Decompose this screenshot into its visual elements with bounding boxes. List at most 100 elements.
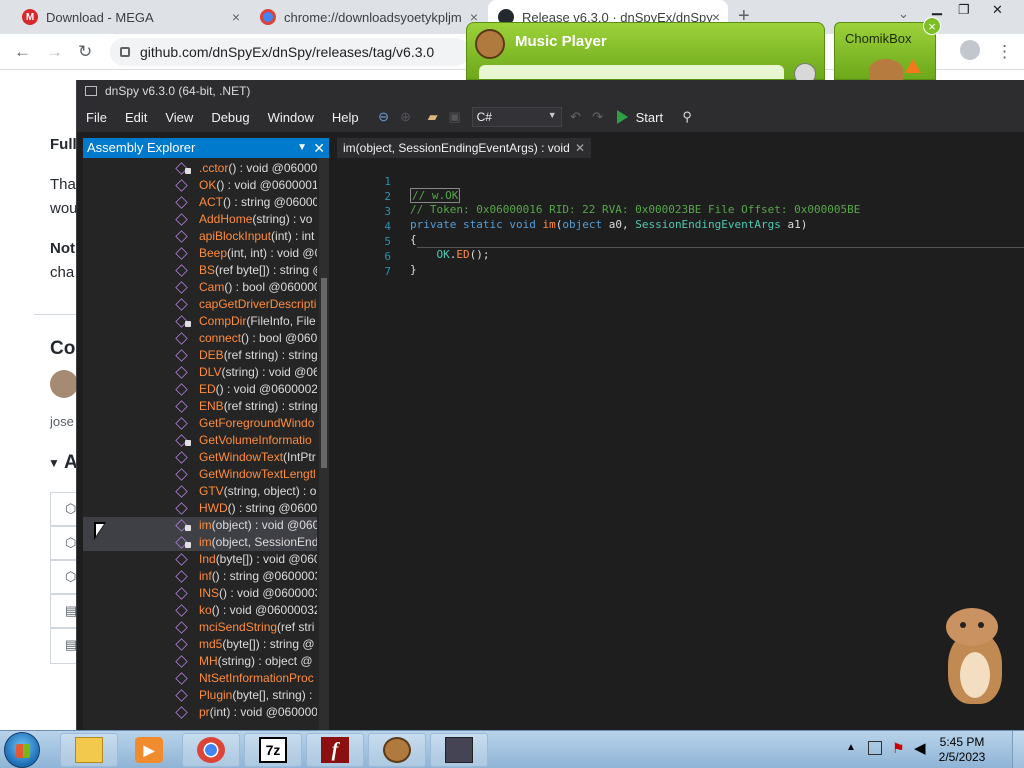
assembly-tree-row[interactable]: pr(int) : void @060000 <box>83 704 317 721</box>
assembly-tree-row[interactable]: Cam() : bool @060000 <box>83 279 317 296</box>
open-folder-icon[interactable]: ▰ <box>425 109 441 125</box>
assembly-tree-row[interactable]: Plugin(byte[], string) : <box>83 687 317 704</box>
menu-kebab-icon[interactable]: ⋮ <box>996 42 1013 62</box>
tab-chrome-downloads[interactable]: chrome://downloadsyoetykpljm × <box>250 0 486 34</box>
taskbar-7zip[interactable]: 7z <box>244 733 302 767</box>
assembly-tree-row[interactable]: BS(ref byte[]) : string @ <box>83 262 317 279</box>
language-select[interactable]: C# ▼ <box>471 107 562 127</box>
forward-icon[interactable]: → <box>46 42 63 62</box>
assembly-tree-row[interactable]: md5(byte[]) : string @ <box>83 636 317 653</box>
dnspy-title-bar[interactable]: dnSpy v6.3.0 (64-bit, .NET) <box>77 80 1024 102</box>
assembly-tree-row[interactable]: ko() : void @06000032 <box>83 602 317 619</box>
assembly-tree-row[interactable]: CompDir(FileInfo, File <box>83 313 317 330</box>
tab-search-icon[interactable]: ⌄ <box>898 6 909 22</box>
assembly-tree-row[interactable]: connect() : bool @060 <box>83 330 317 347</box>
back-icon[interactable]: ← <box>14 42 31 62</box>
assembly-tree-row[interactable]: im(object, SessionEnd <box>83 534 317 551</box>
method-name[interactable]: im <box>542 218 555 231</box>
tray-volume-icon[interactable]: ◀ <box>914 739 926 757</box>
menu-file[interactable]: File <box>77 110 116 125</box>
assembly-tree-row[interactable]: capGetDriverDescripti <box>83 296 317 313</box>
code-editor[interactable]: 1 // w.OK 2 // Token: 0x06000016 RID: 22… <box>357 158 1024 730</box>
assembly-tree-row[interactable]: GetVolumeInformatio <box>83 432 317 449</box>
redo-icon[interactable]: ↷ <box>590 109 606 125</box>
gh-jose-text[interactable]: jose <box>50 414 74 429</box>
member-name: MH <box>199 654 218 668</box>
search-icon[interactable]: ⚲ <box>679 109 695 125</box>
caret-down-icon[interactable]: ▼ <box>48 456 60 470</box>
music-player-widget[interactable]: Music Player <box>466 22 825 85</box>
assembly-tree-row[interactable]: GetWindowTextLengtl <box>83 466 317 483</box>
tray-arrow-icon[interactable]: ▲ <box>846 742 856 753</box>
taskbar-chrome[interactable] <box>182 733 240 767</box>
undo-icon[interactable]: ↶ <box>568 109 584 125</box>
reload-icon[interactable]: ↻ <box>78 42 92 62</box>
member-signature: () : string @060000 <box>223 195 317 209</box>
chomikbox-icon <box>383 737 411 763</box>
type-ok[interactable]: OK <box>410 248 449 261</box>
editor-tab[interactable]: im(object, SessionEndingEventArgs) : voi… <box>337 138 591 158</box>
assembly-tree-row[interactable]: NtSetInformationProc <box>83 670 317 687</box>
contributor-avatar[interactable] <box>50 370 78 398</box>
assembly-tree-row[interactable]: DEB(ref string) : string <box>83 347 317 364</box>
assembly-tree-row[interactable]: ED() : void @06000023 <box>83 381 317 398</box>
minimize-icon[interactable]: ▁ <box>932 0 942 16</box>
scrollbar-thumb[interactable] <box>321 278 327 468</box>
tray-flag-icon[interactable]: ⚑ <box>892 740 905 757</box>
tab-mega[interactable]: M Download - MEGA × <box>12 0 248 34</box>
menu-edit[interactable]: Edit <box>116 110 156 125</box>
member-signature: () : bool @060 <box>241 331 317 345</box>
method-ed[interactable]: ED <box>456 248 469 261</box>
assembly-tree-row[interactable]: DLV(string) : void @06 <box>83 364 317 381</box>
assembly-tree-row[interactable]: GetForegroundWindo <box>83 415 317 432</box>
close-tab-icon[interactable]: × <box>232 9 240 25</box>
desktop-hamster-pet-icon[interactable] <box>942 606 1008 706</box>
assembly-tree-row[interactable]: .cctor() : void @060000 <box>83 160 317 177</box>
chomikbox-widget[interactable]: ChomikBox × <box>834 17 941 81</box>
assembly-tree-row[interactable]: AddHome(string) : vo <box>83 211 317 228</box>
pane-dropdown-icon[interactable]: ▼ <box>297 138 307 158</box>
assembly-tree-row[interactable]: apiBlockInput(int) : int <box>83 228 317 245</box>
type-session[interactable]: SessionEndingEventArgs <box>635 218 781 231</box>
assembly-tree-row[interactable]: HWD() : string @06000 <box>83 500 317 517</box>
start-debug-button[interactable]: Start <box>616 110 663 125</box>
assembly-tree-row[interactable]: GTV(string, object) : o <box>83 483 317 500</box>
assembly-scrollbar[interactable] <box>319 158 329 730</box>
profile-icon[interactable] <box>960 40 980 60</box>
assembly-tree-row[interactable]: MH(string) : object @ <box>83 653 317 670</box>
menu-debug[interactable]: Debug <box>202 110 258 125</box>
restore-icon[interactable]: ❐ <box>958 2 970 18</box>
save-icon[interactable]: ▣ <box>447 109 463 125</box>
assembly-tree-row[interactable]: Beep(int, int) : void @0 <box>83 245 317 262</box>
taskbar-dnspy[interactable] <box>430 733 488 767</box>
taskbar-chomikbox[interactable] <box>368 733 426 767</box>
member-name: GetWindowText <box>199 450 284 464</box>
start-button[interactable] <box>4 732 40 768</box>
assembly-tree-row[interactable]: OK() : void @06000014 <box>83 177 317 194</box>
close-window-icon[interactable]: ✕ <box>992 2 1003 18</box>
assembly-tree-row[interactable]: ENB(ref string) : string <box>83 398 317 415</box>
nav-forward-icon[interactable]: ⊕ <box>398 109 414 125</box>
pane-close-icon[interactable]: ✕ <box>313 138 325 158</box>
chomikbox-close-button[interactable]: × <box>923 17 941 35</box>
assembly-tree-row[interactable]: INS() : void @0600003 <box>83 585 317 602</box>
tray-network-icon[interactable] <box>868 741 882 755</box>
assembly-tree-row[interactable]: inf() : string @0600003 <box>83 568 317 585</box>
close-tab-icon[interactable]: ✕ <box>575 138 585 158</box>
taskbar-explorer[interactable] <box>60 733 118 767</box>
tray-clock[interactable]: 5:45 PM 2/5/2023 <box>934 735 990 765</box>
menu-view[interactable]: View <box>156 110 202 125</box>
assembly-tree-row[interactable]: GetWindowText(IntPtr <box>83 449 317 466</box>
address-bar[interactable]: github.com/dnSpyEx/dnSpy/releases/tag/v6… <box>110 38 470 66</box>
taskbar-flash[interactable]: f <box>306 733 364 767</box>
assembly-tree-row[interactable]: ACT() : string @060000 <box>83 194 317 211</box>
menu-help[interactable]: Help <box>323 110 368 125</box>
music-player-track-bar[interactable] <box>479 65 784 79</box>
assembly-tree-row[interactable]: mciSendString(ref stri <box>83 619 317 636</box>
menu-window[interactable]: Window <box>259 110 323 125</box>
taskbar-media-player[interactable]: ▶ <box>120 733 178 767</box>
nav-back-icon[interactable]: ⊖ <box>376 109 392 125</box>
assembly-tree-row[interactable]: im(object) : void @060 <box>83 517 317 534</box>
show-desktop-button[interactable] <box>1012 731 1024 768</box>
assembly-tree-row[interactable]: Ind(byte[]) : void @060 <box>83 551 317 568</box>
